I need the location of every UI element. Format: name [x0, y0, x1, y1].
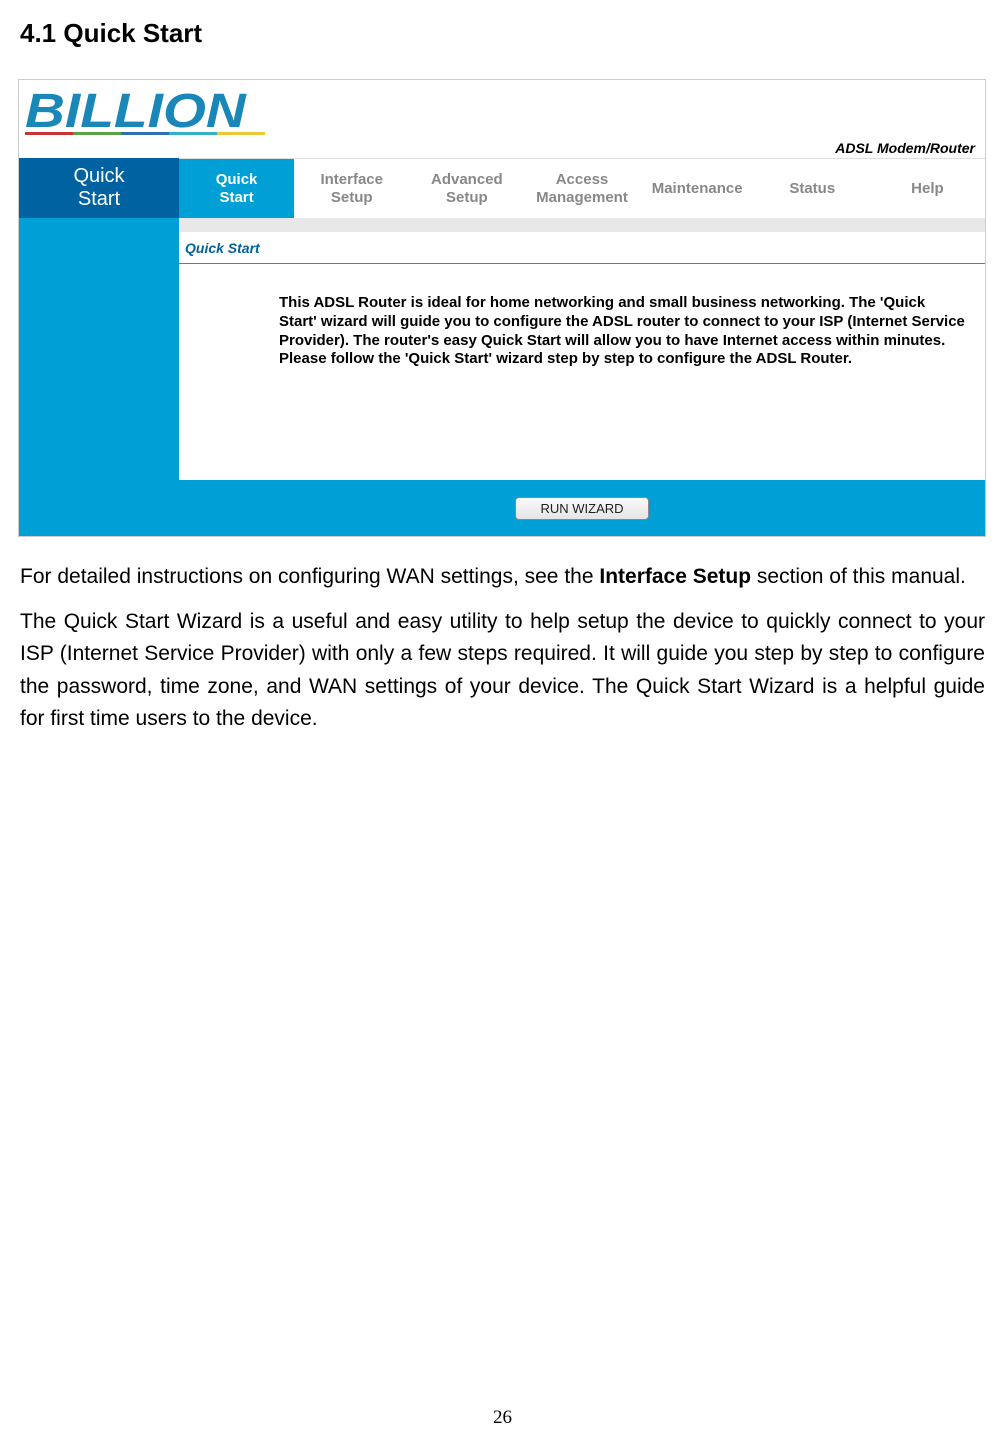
run-wizard-button[interactable]: RUN WIZARD — [515, 497, 648, 520]
page-number: 26 — [0, 1407, 1005, 1429]
logo-stripes — [25, 132, 265, 135]
tab-advanced-setup[interactable]: Advanced Setup — [409, 159, 524, 218]
section-heading: 4.1 Quick Start — [18, 18, 987, 49]
tab-access-management[interactable]: Access Management — [524, 159, 639, 218]
wizard-description: This ADSL Router is ideal for home netwo… — [279, 294, 967, 369]
paragraph-1: For detailed instructions on configuring… — [20, 561, 985, 594]
tab-status[interactable]: Status — [755, 159, 870, 218]
tab-maintenance[interactable]: Maintenance — [640, 159, 755, 218]
screenshot-figure: BILLION ADSL Modem/Router Quick Start Qu… — [18, 79, 986, 537]
tab-help[interactable]: Help — [870, 159, 985, 218]
subsection-label: Quick Start — [179, 240, 260, 256]
tab-interface-setup[interactable]: Interface Setup — [294, 159, 409, 218]
nav-section-title: Quick Start — [19, 158, 179, 218]
paragraph-2: The Quick Start Wizard is a useful and e… — [20, 606, 985, 736]
tab-quick-start[interactable]: Quick Start — [179, 159, 294, 218]
device-label: ADSL Modem/Router — [835, 140, 975, 156]
logo-text: BILLION — [25, 84, 246, 139]
